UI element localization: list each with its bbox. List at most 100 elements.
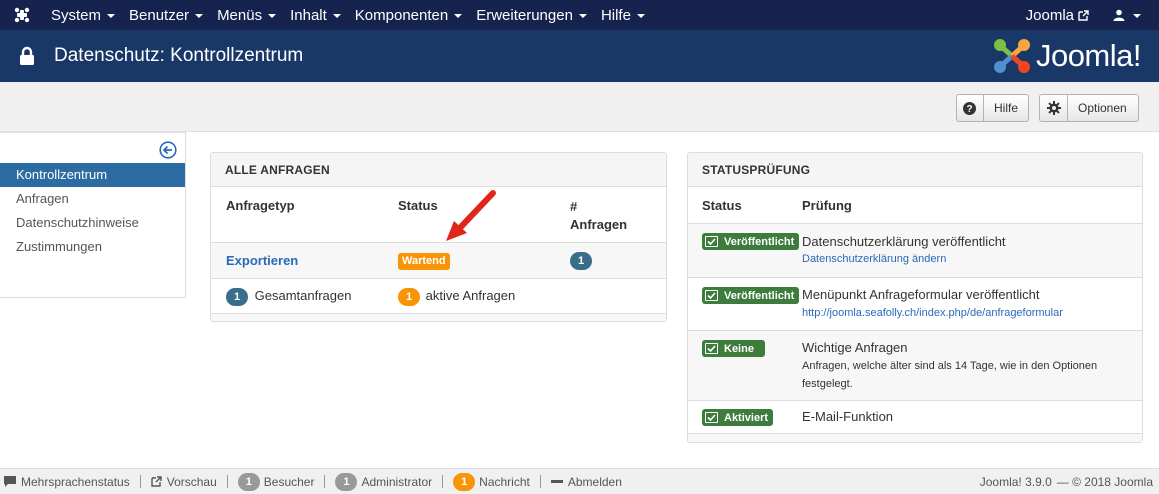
sidebar-item-zustimmungen[interactable]: Zustimmungen <box>0 235 185 259</box>
gear-icon <box>1040 95 1068 121</box>
active-requests: 1 aktive Anfragen <box>398 288 515 306</box>
status-cell: Keine <box>702 340 765 357</box>
total-requests: 1 Gesamtanfragen <box>226 288 351 306</box>
count-badge: 1 <box>398 288 420 306</box>
status-badge: Wartend <box>398 253 450 270</box>
col-header-check: Prüfung <box>802 198 852 213</box>
sidebar-list: Kontrollzentrum Anfragen Datenschutzhinw… <box>0 163 185 259</box>
check-link[interactable]: Datenschutzerklärung ändern <box>802 253 946 265</box>
all-requests-panel: ALLE ANFRAGEN Anfragetyp Status # Anfrag… <box>210 152 667 322</box>
sidebar-item-datenschutzhinweise[interactable]: Datenschutzhinweise <box>0 211 185 235</box>
check-square-icon <box>705 343 718 354</box>
caret-down-icon <box>1133 14 1141 18</box>
sidebar-item-kontrollzentrum[interactable]: Kontrollzentrum <box>0 163 185 187</box>
navbar-right: Joomla <box>1014 0 1159 30</box>
col-header-count: # Anfragen <box>570 199 628 232</box>
count-badge: 1 <box>335 472 358 491</box>
toolbar: ? Hilfe Optionen <box>0 82 1159 132</box>
status-cell: Veröffentlicht <box>702 233 800 250</box>
sidebar: Kontrollzentrum Anfragen Datenschutzhinw… <box>0 132 186 298</box>
user-icon <box>1113 9 1125 21</box>
status-badge: Veröffentlicht <box>702 233 800 250</box>
col-header-status: Status <box>398 198 438 213</box>
status-check-panel: STATUSPRÜFUNG Status Prüfung Veröffentli… <box>687 152 1143 443</box>
check-title: Wichtige Anfragen <box>802 340 908 355</box>
col-header-type: Anfragetyp <box>226 198 295 213</box>
main-menu: System Benutzer Menüs Inhalt Komponenten… <box>44 0 652 30</box>
status-cell: Aktiviert <box>702 409 774 426</box>
table-row: Aktiviert E-Mail-Funktion <box>688 400 1142 433</box>
joomla-brand: Joomla! <box>992 37 1142 75</box>
table-row-totals: 1 Gesamtanfragen 1 aktive Anfragen <box>211 278 666 313</box>
help-button[interactable]: ? Hilfe <box>956 94 1029 122</box>
count-badge: 1 <box>570 252 592 270</box>
preview-link[interactable]: Vorschau <box>141 469 227 494</box>
check-square-icon <box>705 290 718 301</box>
lock-icon <box>0 30 54 82</box>
minus-icon <box>550 480 563 483</box>
options-button[interactable]: Optionen <box>1039 94 1139 122</box>
status-bar: Mehrsprachenstatus Vorschau 1 Besucher 1… <box>0 468 1159 494</box>
check-description: Anfragen, welche älter sind als 14 Tage,… <box>802 360 1098 390</box>
joomla-brand-text: Joomla! <box>1035 38 1142 73</box>
request-type-link[interactable]: Exportieren <box>226 253 298 268</box>
status-cell: Veröffentlicht <box>702 287 800 304</box>
count-badge: 1 <box>453 472 476 491</box>
table-row: Veröffentlicht Datenschutzerklärung verö… <box>688 223 1142 277</box>
panel-bottom <box>211 313 666 321</box>
check-title: Datenschutzerklärung veröffentlicht <box>802 234 1006 249</box>
status-badge: Keine <box>702 340 765 357</box>
svg-text:?: ? <box>967 104 973 115</box>
status-badge: Veröffentlicht <box>702 287 800 304</box>
joomla-brand-logo-icon <box>993 39 1030 73</box>
check-title: E-Mail-Funktion <box>802 409 894 424</box>
menu-inhalt[interactable]: Inhalt <box>283 0 348 30</box>
top-navbar: System Benutzer Menüs Inhalt Komponenten… <box>0 0 1159 30</box>
check-square-icon <box>705 236 718 247</box>
check-title: Menüpunkt Anfrageformular veröffentlicht <box>802 287 1040 302</box>
multilang-status-link[interactable]: Mehrsprachenstatus <box>0 469 140 494</box>
comment-icon <box>4 476 16 487</box>
question-circle-icon: ? <box>957 95 984 121</box>
all-requests-title: ALLE ANFRAGEN <box>211 153 666 187</box>
site-link[interactable]: Joomla <box>1014 0 1101 30</box>
caret-down-icon <box>195 14 204 18</box>
status-check-title: STATUSPRÜFUNG <box>688 153 1142 187</box>
caret-down-icon <box>578 14 587 18</box>
logout-link[interactable]: Abmelden <box>541 469 632 494</box>
external-link-icon <box>151 476 162 487</box>
messages-link[interactable]: 1 Nachricht <box>443 469 540 494</box>
caret-down-icon <box>107 14 116 18</box>
panel-bottom <box>688 433 1142 442</box>
caret-down-icon <box>268 14 277 18</box>
count-badge: 1 <box>237 472 260 491</box>
administrators-link[interactable]: 1 Administrator <box>325 469 442 494</box>
user-menu[interactable] <box>1101 0 1159 30</box>
joomla-logo-icon[interactable] <box>0 0 44 30</box>
collapse-sidebar-icon[interactable] <box>159 141 177 159</box>
page-title: Datenschutz: Kontrollzentrum <box>54 45 304 66</box>
check-link[interactable]: http://joomla.seafolly.ch/index.php/de/a… <box>802 307 1063 319</box>
page-header: Datenschutz: Kontrollzentrum Joomla! <box>0 30 1159 82</box>
menu-erweiterungen[interactable]: Erweiterungen <box>469 0 594 30</box>
table-row: Veröffentlicht Menüpunkt Anfrageformular… <box>688 277 1142 330</box>
footer-copyright: Joomla! 3.9.0 — © 2018 Joomla <box>979 475 1153 489</box>
menu-benutzer[interactable]: Benutzer <box>122 0 210 30</box>
caret-down-icon <box>636 14 645 18</box>
external-link-icon <box>1078 9 1089 21</box>
menu-komponenten[interactable]: Komponenten <box>348 0 469 30</box>
table-row: Keine Wichtige Anfragen Anfragen, welche… <box>688 330 1142 400</box>
status-badge: Aktiviert <box>702 409 774 426</box>
menu-menues[interactable]: Menüs <box>210 0 283 30</box>
visitors-link[interactable]: 1 Besucher <box>228 469 325 494</box>
red-arrow-icon <box>446 190 496 241</box>
menu-system[interactable]: System <box>44 0 122 30</box>
caret-down-icon <box>332 14 341 18</box>
menu-hilfe[interactable]: Hilfe <box>594 0 652 30</box>
caret-down-icon <box>454 14 463 18</box>
count-badge: 1 <box>226 288 248 306</box>
request-status: Wartend <box>398 252 450 270</box>
request-count: 1 <box>570 252 592 270</box>
sidebar-item-anfragen[interactable]: Anfragen <box>0 187 185 211</box>
table-row: Exportieren Wartend 1 <box>211 242 666 278</box>
